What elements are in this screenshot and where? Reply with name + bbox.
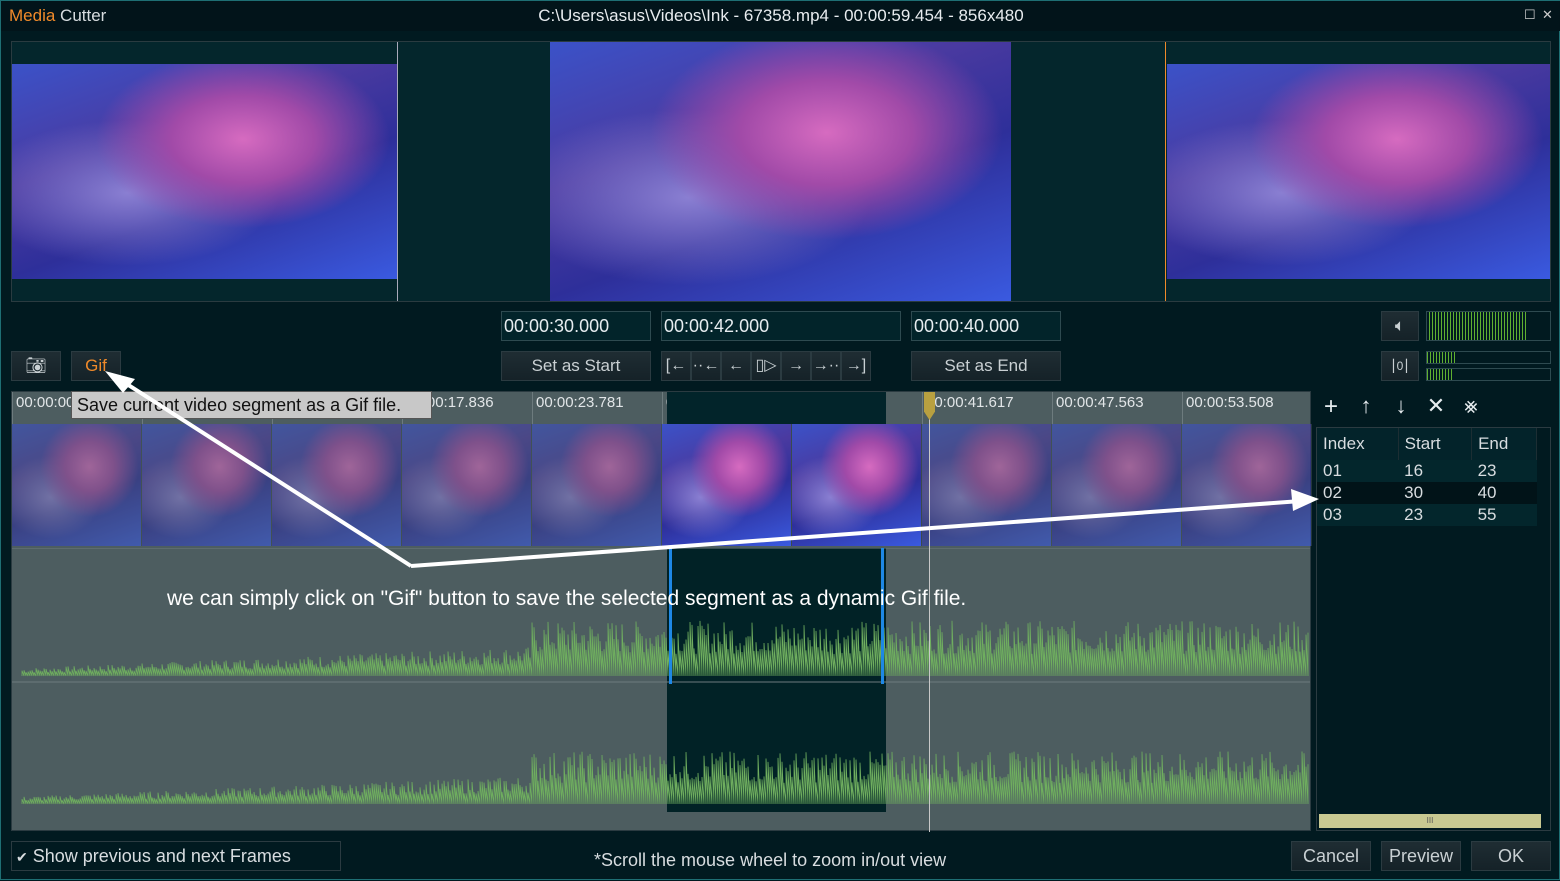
divider: [1165, 42, 1166, 301]
move-down-icon[interactable]: ↓: [1386, 393, 1416, 419]
title-bar: Media Cutter C:\Users\asus\Videos\Ink - …: [1, 1, 1560, 31]
selection-handles[interactable]: [669, 548, 884, 684]
timeline[interactable]: 00:00:0000:00:05.94500:00:11.89000:00:17…: [11, 391, 1312, 832]
right-channel-meter: [1426, 368, 1551, 381]
timeline-thumbnail: [272, 424, 402, 546]
move-up-icon[interactable]: ↑: [1351, 393, 1381, 419]
column-header[interactable]: Start: [1398, 428, 1473, 460]
gif-button[interactable]: Gif: [71, 351, 121, 381]
segment-cell: 55: [1477, 505, 1497, 524]
ok-button[interactable]: OK: [1471, 841, 1551, 871]
segment-panel: + ↑ ↓ ✕ ⨳ Index Start End 01 16 23 02 30 40 03 23 5…: [1316, 391, 1551, 831]
volume-step: 0: [1396, 359, 1404, 373]
timeline-thumbnail: [1052, 424, 1182, 546]
column-header[interactable]: End: [1471, 428, 1537, 460]
frame-nav-button[interactable]: [←: [661, 351, 691, 381]
start-time-field[interactable]: 00:00:30.000: [501, 311, 651, 341]
frame-nav-button[interactable]: ←: [721, 351, 751, 381]
cancel-button[interactable]: Cancel: [1291, 841, 1371, 871]
show-frames-checkbox[interactable]: ✔ Show previous and next Frames: [11, 841, 341, 871]
delete-all-icon[interactable]: ⨳: [1456, 393, 1486, 419]
timeline-tick: 00:00:41.617: [922, 392, 1052, 424]
segment-cell: 30: [1404, 483, 1424, 502]
timeline-thumbnail: [922, 424, 1052, 546]
segment-row[interactable]: 01 16 23: [1317, 460, 1537, 482]
playhead[interactable]: [924, 392, 935, 832]
segment-cell: 03: [1323, 505, 1342, 524]
current-frame: [550, 42, 1011, 301]
next-frame: [1167, 64, 1550, 279]
preview-button[interactable]: Preview: [1381, 841, 1461, 871]
segment-cell: 01: [1323, 461, 1342, 480]
current-time-field[interactable]: 00:00:42.000: [661, 311, 901, 341]
mute-button[interactable]: 🔈︎: [1381, 311, 1419, 341]
timeline-tick: 00:00:53.508: [1182, 392, 1312, 424]
timeline-thumbnail: [662, 424, 792, 546]
volume-reset-button[interactable]: ⎮0⎮: [1381, 351, 1419, 381]
segment-list[interactable]: Index Start End 01 16 23 02 30 40 03 23 55 III: [1316, 427, 1551, 831]
tooltip: Save current video segment as a Gif file…: [71, 391, 432, 419]
divider: [397, 42, 398, 301]
maximize-icon[interactable]: ☐: [1524, 7, 1536, 23]
segment-cell: 16: [1404, 461, 1424, 480]
frame-nav-button[interactable]: →]: [841, 351, 871, 381]
timeline-tick: 00:00:47.563: [1052, 392, 1182, 424]
horizontal-scrollbar[interactable]: III: [1319, 814, 1541, 828]
column-header[interactable]: Index: [1317, 428, 1399, 460]
selection-highlight[interactable]: [667, 392, 886, 424]
timeline-thumbnail: [532, 424, 662, 546]
timeline-thumbnail: [792, 424, 922, 546]
annotation-text: we can simply click on "Gif" button to s…: [167, 587, 967, 610]
left-channel-meter: [1426, 351, 1551, 364]
timeline-thumbnail: [402, 424, 532, 546]
end-time-field[interactable]: 00:00:40.000: [911, 311, 1061, 341]
waveform-channel: [21, 620, 1309, 677]
delete-segment-icon[interactable]: ✕: [1421, 393, 1451, 419]
volume-meter[interactable]: [1426, 311, 1551, 341]
segment-cell: 40: [1477, 483, 1497, 502]
segment-cell: 02: [1323, 483, 1342, 502]
frame-nav-button[interactable]: →··: [811, 351, 841, 381]
checkmark-icon: ✔: [16, 849, 28, 865]
timeline-tick: 00:00:23.781: [532, 392, 662, 424]
previous-frame: [12, 64, 397, 279]
timeline-thumbnail: [142, 424, 272, 546]
timeline-thumbnail: [12, 424, 142, 546]
frame-preview: [11, 41, 1551, 302]
set-start-button[interactable]: Set as Start: [501, 351, 651, 381]
snapshot-button[interactable]: 📷︎: [11, 351, 61, 381]
segment-row[interactable]: 03 23 55: [1317, 504, 1537, 526]
camera-icon: 📷︎: [25, 356, 47, 375]
close-icon[interactable]: ✕: [1542, 7, 1553, 23]
timeline-thumbnail: [1182, 424, 1312, 546]
segment-cell: 23: [1477, 461, 1497, 480]
speaker-icon: 🔈︎: [1394, 316, 1406, 335]
frame-nav-button[interactable]: ··←: [691, 351, 721, 381]
segment-cell: 23: [1404, 505, 1424, 524]
frame-nav-button[interactable]: ▯▷: [751, 351, 781, 381]
frame-nav-button[interactable]: →: [781, 351, 811, 381]
add-segment-icon[interactable]: +: [1316, 393, 1346, 421]
checkbox-label: Show previous and next Frames: [32, 846, 291, 866]
set-end-button[interactable]: Set as End: [911, 351, 1061, 381]
window-title: C:\Users\asus\Videos\Ink - 67358.mp4 - 0…: [538, 6, 1024, 25]
zoom-hint: *Scroll the mouse wheel to zoom in/out v…: [594, 850, 947, 870]
waveform-channel: [21, 751, 1309, 805]
segment-row[interactable]: 02 30 40: [1317, 482, 1537, 504]
